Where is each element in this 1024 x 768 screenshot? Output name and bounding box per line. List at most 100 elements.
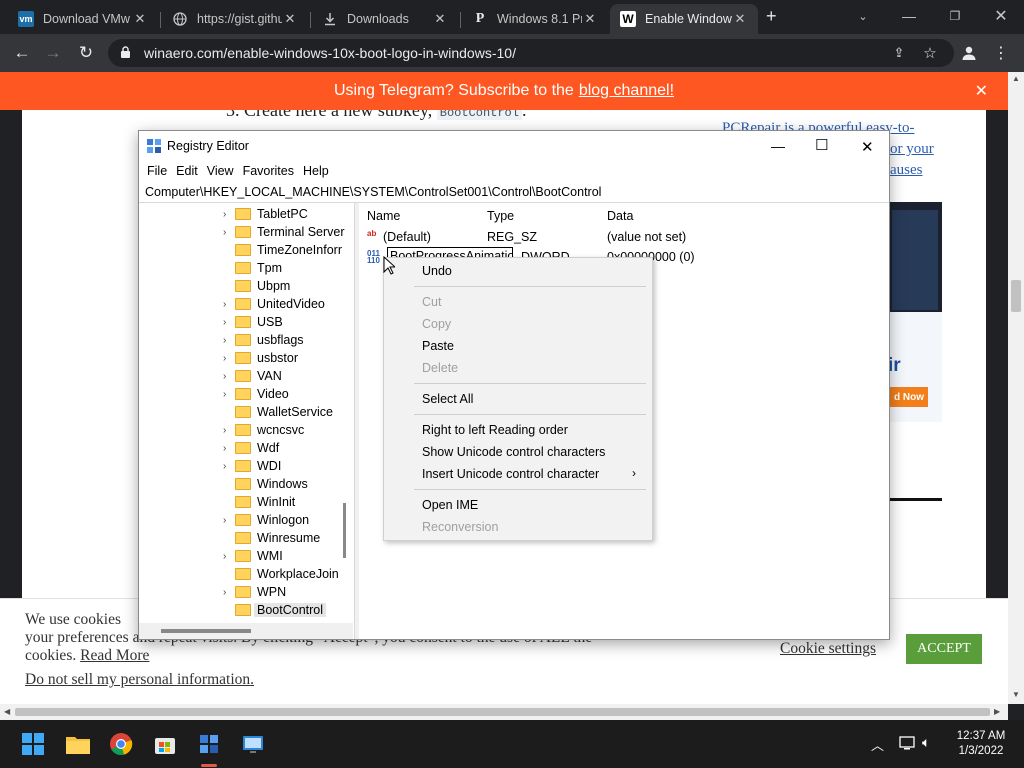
scroll-up-icon[interactable]: ▲ xyxy=(1012,74,1020,83)
share-icon[interactable]: ⇪ xyxy=(888,42,910,64)
chevron-right-icon[interactable]: › xyxy=(223,317,233,328)
bookmark-star-icon[interactable]: ☆ xyxy=(919,42,941,64)
do-not-sell-link[interactable]: Do not sell my personal information. xyxy=(25,671,254,689)
menu-item-paste[interactable]: Paste xyxy=(422,336,454,356)
tree-item[interactable]: WinInit xyxy=(223,493,295,511)
menu-favorites[interactable]: Favorites xyxy=(241,161,301,183)
minimize-button[interactable]: — xyxy=(771,138,785,154)
chevron-right-icon[interactable]: › xyxy=(223,515,233,526)
maximize-button[interactable]: ☐ xyxy=(815,136,828,154)
tree-item[interactable]: Windows xyxy=(223,475,308,493)
profile-icon[interactable] xyxy=(958,42,980,64)
tree-item[interactable]: Winresume xyxy=(223,529,320,547)
system-clock[interactable]: 12:37 AM 1/3/2022 xyxy=(952,729,1010,759)
volume-icon[interactable]: 🔈︎ xyxy=(922,734,930,751)
chevron-right-icon[interactable]: › xyxy=(223,461,233,472)
scrollbar-thumb[interactable] xyxy=(1011,280,1021,312)
chrome-icon[interactable] xyxy=(109,732,133,756)
tab-gist[interactable]: https://gist.githu ✕ xyxy=(162,4,308,34)
tab-vmware[interactable]: vm Download VMw ✕ xyxy=(8,4,158,34)
menu-item-open-ime[interactable]: Open IME xyxy=(422,495,478,515)
menu-item-select-all[interactable]: Select All xyxy=(422,389,473,409)
menu-edit[interactable]: Edit xyxy=(174,161,205,183)
tree-item[interactable]: › TabletPC xyxy=(223,205,308,223)
tree-item[interactable]: › Winlogon xyxy=(223,511,309,529)
chevron-up-icon[interactable]: ︿ xyxy=(871,735,884,754)
chevron-right-icon[interactable]: › xyxy=(223,371,233,382)
chevron-right-icon[interactable]: › xyxy=(223,389,233,400)
file-explorer-icon[interactable] xyxy=(65,732,90,756)
registry-address-bar[interactable]: Computer\HKEY_LOCAL_MACHINE\SYSTEM\Contr… xyxy=(139,183,889,203)
scroll-left-icon[interactable]: ◀ xyxy=(4,707,10,716)
tab-winaero[interactable]: W Enable Window ✕ xyxy=(610,4,758,34)
banner-link[interactable]: blog channel! xyxy=(579,82,674,100)
store-icon[interactable] xyxy=(153,732,177,756)
address-bar[interactable]: winaero.com/enable-windows-10x-boot-logo… xyxy=(108,39,954,67)
chevron-right-icon[interactable]: › xyxy=(223,299,233,310)
chevron-right-icon[interactable]: › xyxy=(223,353,233,364)
forward-button[interactable]: → xyxy=(42,42,64,64)
tree-item[interactable]: › Video xyxy=(223,385,289,403)
title-bar[interactable]: Registry Editor — ☐ ✕ xyxy=(139,131,889,161)
tree-item[interactable]: › Terminal Server xyxy=(223,223,345,241)
network-icon[interactable] xyxy=(899,735,915,754)
scrollbar-thumb[interactable] xyxy=(161,629,251,633)
tree-item[interactable]: › usbstor xyxy=(223,349,298,367)
tree-item[interactable]: › UnitedVideo xyxy=(223,295,325,313)
menu-item-insert-unicode[interactable]: Insert Unicode control character xyxy=(422,464,599,484)
tree-item[interactable]: › WDI xyxy=(223,457,281,475)
close-icon[interactable]: ✕ xyxy=(732,11,748,27)
chevron-right-icon[interactable]: › xyxy=(223,335,233,346)
tree-item[interactable]: › WMI xyxy=(223,547,283,565)
tree-item[interactable]: › usbflags xyxy=(223,331,304,349)
close-icon[interactable]: ✕ xyxy=(582,11,598,27)
menu-help[interactable]: Help xyxy=(301,161,336,183)
tab-downloads[interactable]: Downloads ✕ xyxy=(312,4,458,34)
tree-item[interactable]: TimeZoneInforr xyxy=(223,241,342,259)
chevron-right-icon[interactable]: › xyxy=(223,551,233,562)
tree-item[interactable]: WorkplaceJoin xyxy=(223,565,339,583)
tree-item[interactable]: › Wdf xyxy=(223,439,279,457)
remote-desktop-icon[interactable] xyxy=(241,732,265,756)
menu-view[interactable]: View xyxy=(205,161,241,183)
menu-item-show-unicode[interactable]: Show Unicode control characters xyxy=(422,442,605,462)
column-header-type[interactable]: Type xyxy=(487,209,514,223)
chevron-right-icon[interactable]: › xyxy=(223,227,233,238)
menu-item-rtl-reading[interactable]: Right to left Reading order xyxy=(422,420,568,440)
tree-item[interactable]: Tpm xyxy=(223,259,282,277)
close-icon[interactable]: ✕ xyxy=(975,81,988,101)
window-close-button[interactable]: ✕ xyxy=(978,0,1024,32)
chevron-right-icon[interactable]: › xyxy=(223,443,233,454)
tree-item[interactable]: › WPN xyxy=(223,583,286,601)
start-button[interactable] xyxy=(21,732,45,756)
tree-item[interactable]: Ubpm xyxy=(223,277,290,295)
scroll-down-icon[interactable]: ▼ xyxy=(1012,690,1020,699)
reload-button[interactable]: ↻ xyxy=(75,42,97,64)
chevron-right-icon[interactable]: › xyxy=(223,209,233,220)
accept-button[interactable]: ACCEPT xyxy=(906,634,982,664)
tab-search-button[interactable]: ⌄ xyxy=(840,0,886,32)
scrollbar-thumb[interactable] xyxy=(15,708,990,716)
vertical-scrollbar[interactable] xyxy=(1008,72,1024,704)
value-row[interactable]: ab (Default) REG_SZ (value not set) xyxy=(367,229,887,247)
tree-item[interactable]: WalletService xyxy=(223,403,333,421)
column-header-name[interactable]: Name xyxy=(367,209,400,223)
minimize-button[interactable]: — xyxy=(886,0,932,32)
close-icon[interactable]: ✕ xyxy=(282,11,298,27)
restore-button[interactable]: ❐ xyxy=(932,0,978,32)
tree-item[interactable]: › USB xyxy=(223,313,283,331)
tree-item[interactable]: › wcncsvc xyxy=(223,421,304,439)
cookie-settings-link[interactable]: Cookie settings xyxy=(780,640,876,658)
column-header-data[interactable]: Data xyxy=(607,209,633,223)
do-not-sell-text[interactable]: Do not sell my personal information xyxy=(25,671,250,688)
chevron-right-icon[interactable]: › xyxy=(223,425,233,436)
tree-item[interactable]: BootControl xyxy=(223,601,327,619)
scrollbar-thumb[interactable] xyxy=(343,503,346,558)
close-icon[interactable]: ✕ xyxy=(132,11,148,27)
tree-item[interactable]: › VAN xyxy=(223,367,282,385)
scroll-right-icon[interactable]: ▶ xyxy=(994,707,1000,716)
tab-pinterest[interactable]: P Windows 8.1 Pro ✕ xyxy=(462,4,608,34)
ad-download-button[interactable]: d Now xyxy=(888,387,928,407)
read-more-link[interactable]: Read More xyxy=(80,647,149,664)
registry-tree[interactable]: › TabletPC › Terminal Server TimeZoneInforr T… xyxy=(139,203,355,639)
